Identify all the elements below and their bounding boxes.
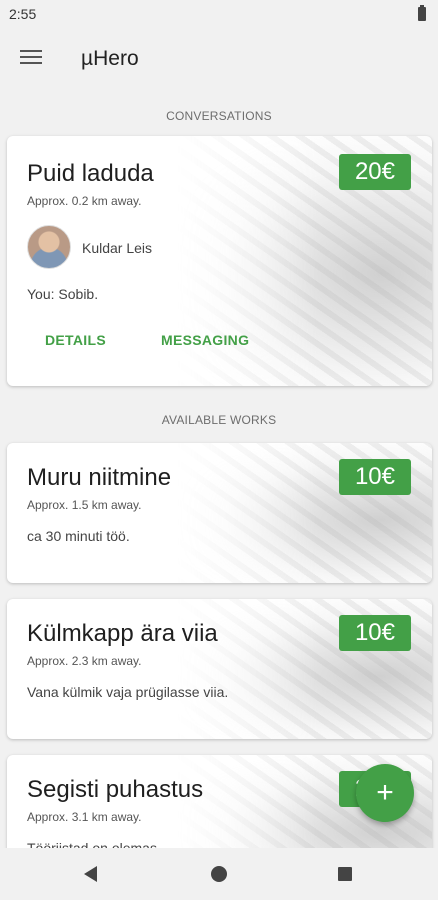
system-navigation-bar — [0, 848, 438, 900]
hamburger-menu-icon[interactable] — [20, 48, 42, 66]
price-badge: 10€ — [338, 459, 411, 495]
messaging-button[interactable]: MESSAGING — [161, 332, 249, 348]
battery-icon — [418, 5, 426, 21]
card-title: Segisti puhastus — [27, 776, 204, 803]
card-title: Muru niitmine — [27, 464, 172, 491]
section-header-conversations: CONVERSATIONS — [166, 109, 272, 123]
add-work-button[interactable]: + — [356, 764, 414, 822]
recents-icon[interactable] — [338, 867, 352, 881]
home-icon[interactable] — [211, 866, 227, 882]
section-header-available-works: AVAILABLE WORKS — [161, 413, 277, 427]
person-name: Kuldar Leis — [82, 240, 153, 256]
card-distance: Approx. 3.1 km away. — [27, 810, 142, 824]
card-title: Külmkapp ära viia — [27, 620, 218, 647]
card-distance: Approx. 2.3 km away. — [27, 654, 142, 668]
card-title: Puid laduda — [27, 160, 154, 187]
last-message: You: Sobib. — [27, 286, 99, 302]
card-description: ca 30 minuti töö. — [27, 528, 130, 544]
details-button[interactable]: DETAILS — [45, 332, 106, 348]
work-card[interactable]: Külmkapp ära viia Approx. 2.3 km away. V… — [7, 599, 432, 739]
app-title: µHero — [81, 47, 139, 70]
app-bar: µHero — [0, 28, 438, 90]
card-distance: Approx. 1.5 km away. — [27, 498, 142, 512]
avatar — [27, 225, 71, 269]
price-badge: 10€ — [338, 615, 411, 651]
add-icon: + — [376, 776, 394, 809]
back-icon[interactable] — [84, 866, 97, 882]
card-description: Vana külmik vaja prügilasse viia. — [27, 684, 229, 700]
status-time: 2:55 — [9, 6, 37, 22]
card-distance: Approx. 0.2 km away. — [27, 194, 142, 208]
status-bar: 2:55 — [0, 0, 438, 28]
conversation-card[interactable]: Puid laduda Approx. 0.2 km away. 20€ Kul… — [7, 136, 432, 386]
price-badge: 20€ — [338, 154, 411, 190]
work-card[interactable]: Muru niitmine Approx. 1.5 km away. ca 30… — [7, 443, 432, 583]
